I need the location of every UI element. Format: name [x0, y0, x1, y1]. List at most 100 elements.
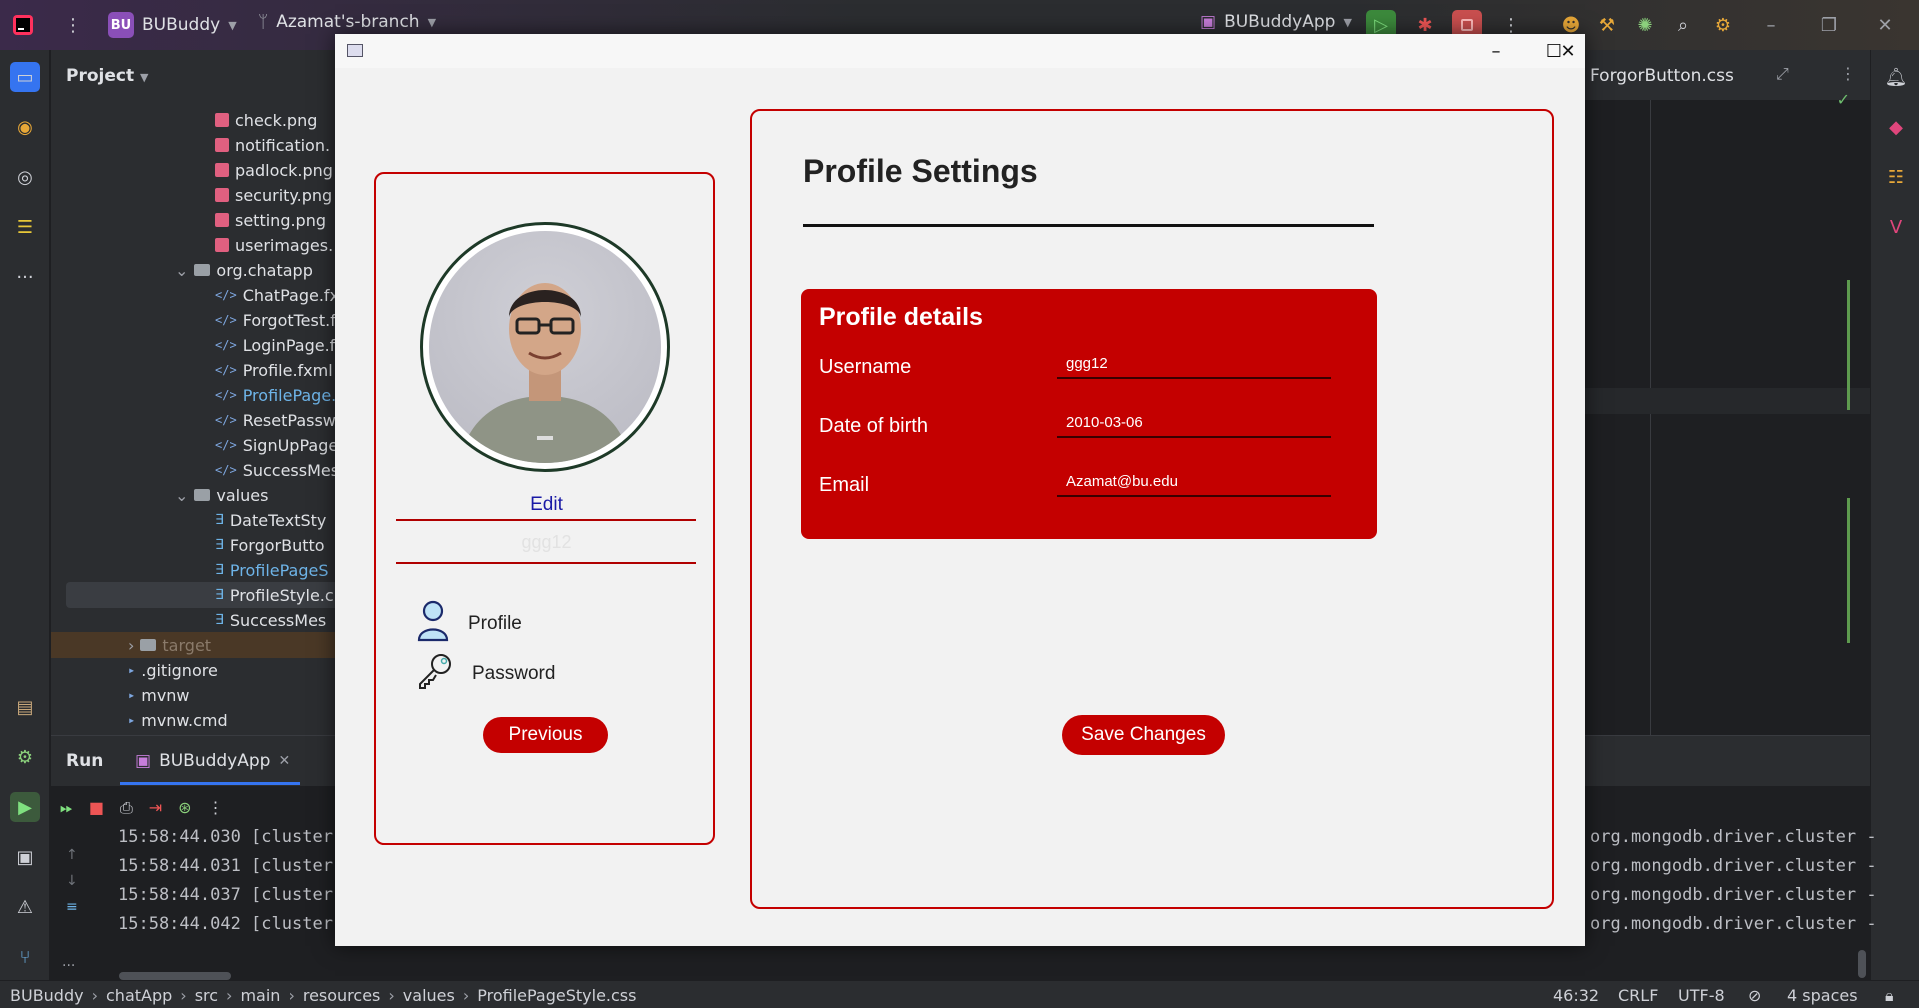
- tree-item[interactable]: </> ResetPassw: [215, 408, 336, 432]
- settings-icon[interactable]: ⚙: [1708, 10, 1738, 40]
- tree-item[interactable]: ∃ ProfileStyle.c: [215, 583, 334, 607]
- tree-item[interactable]: setting.png: [215, 208, 326, 232]
- ai-assistant-icon[interactable]: ✺: [1630, 10, 1660, 40]
- project-tool-icon[interactable]: ▭: [10, 62, 40, 92]
- previous-button[interactable]: Previous: [483, 717, 608, 753]
- tree-item[interactable]: notification.: [215, 133, 330, 157]
- camera-icon[interactable]: ⎙: [120, 798, 133, 818]
- services-icon[interactable]: ⚙: [10, 742, 40, 772]
- more-icon[interactable]: ···: [62, 958, 75, 974]
- line-separator[interactable]: CRLF: [1618, 986, 1658, 1005]
- window-close-icon[interactable]: ✕: [1553, 36, 1583, 66]
- tree-item[interactable]: userimages.: [215, 233, 333, 257]
- breadcrumb-item[interactable]: BUBuddy: [10, 986, 84, 1005]
- tree-item[interactable]: padlock.png: [215, 158, 333, 182]
- editor-tab[interactable]: ForgorButton.css: [1590, 66, 1734, 86]
- tree-item[interactable]: › target: [128, 633, 211, 657]
- more-icon[interactable]: ⋮: [208, 798, 224, 818]
- indent-setting[interactable]: 4 spaces: [1787, 986, 1858, 1005]
- debug-attach-icon[interactable]: ⊛: [178, 798, 191, 818]
- notifications-icon[interactable]: 🔔︎: [1881, 62, 1911, 92]
- git-icon[interactable]: ⑂: [10, 942, 40, 972]
- project-badge: BU: [108, 12, 134, 38]
- arrow-down-icon[interactable]: ↓: [66, 868, 78, 894]
- tree-item[interactable]: </> Profile.fxml: [215, 358, 333, 382]
- rerun-icon[interactable]: ⏩︎: [60, 798, 73, 818]
- tree-item[interactable]: </> SuccessMes: [215, 458, 339, 482]
- structure-icon[interactable]: ☰: [10, 212, 40, 242]
- breadcrumb-item[interactable]: resources: [303, 986, 381, 1005]
- breadcrumb-item[interactable]: values: [403, 986, 455, 1005]
- problems-icon[interactable]: ⚠: [10, 892, 40, 922]
- tree-item[interactable]: </> ChatPage.fx: [215, 283, 339, 307]
- tree-item[interactable]: ▸ .gitignore: [128, 658, 218, 682]
- database-icon[interactable]: ☷: [1881, 162, 1911, 192]
- tree-item[interactable]: ∃ DateTextSty: [215, 508, 326, 532]
- profile-sidebar-card: Edit ggg12 Profile Password Previous: [374, 172, 715, 845]
- project-switcher[interactable]: BU BUBuddy ▼: [108, 12, 237, 38]
- read-only-icon[interactable]: ⊘: [1748, 986, 1761, 1005]
- close-icon[interactable]: ✕: [1870, 10, 1900, 40]
- build-tools-icon[interactable]: ⚒: [1592, 10, 1622, 40]
- close-icon[interactable]: ✕: [278, 753, 290, 769]
- fxml-file-icon: </>: [215, 363, 237, 377]
- wrap-icon[interactable]: ≡: [66, 894, 78, 920]
- preview-icon[interactable]: ⤢: [1776, 64, 1789, 84]
- arrow-up-icon[interactable]: ↑: [66, 842, 78, 868]
- restore-icon[interactable]: ❐: [1814, 10, 1844, 40]
- breadcrumb-item[interactable]: src: [195, 986, 218, 1005]
- edit-photo-link[interactable]: Edit: [376, 494, 717, 516]
- file-encoding[interactable]: UTF-8: [1678, 986, 1725, 1005]
- tree-item[interactable]: ⌄ org.chatapp: [175, 258, 313, 282]
- run-config-selector[interactable]: ▣ BUBuddyApp ▼: [1200, 12, 1352, 32]
- bookmarks-icon[interactable]: ▤: [10, 692, 40, 722]
- dob-field[interactable]: 2010-03-06: [1057, 408, 1331, 438]
- email-field[interactable]: Azamat@bu.edu: [1057, 467, 1331, 497]
- tree-item[interactable]: </> ProfilePage.f: [215, 383, 342, 407]
- lock-icon[interactable]: 🔒︎: [1885, 986, 1894, 1006]
- vertical-scrollbar[interactable]: [1858, 950, 1866, 978]
- tree-item[interactable]: </> ForgotTest.f: [215, 308, 336, 332]
- window-minimize-icon[interactable]: –: [1467, 36, 1525, 66]
- tree-item[interactable]: check.png: [215, 108, 317, 132]
- branch-switcher[interactable]: ᛘ Azamat's-branch ▼: [258, 12, 436, 32]
- chevron-down-icon[interactable]: ⌄: [175, 486, 188, 505]
- breadcrumb-item[interactable]: chatApp: [106, 986, 172, 1005]
- tree-item[interactable]: security.png: [215, 183, 332, 207]
- more-tools-icon[interactable]: ···: [10, 262, 40, 292]
- search-icon[interactable]: ⌕: [1668, 10, 1698, 40]
- stop-icon[interactable]: ■: [89, 798, 104, 818]
- minimize-icon[interactable]: –: [1756, 10, 1786, 40]
- project-panel-title[interactable]: Project ▼: [66, 66, 148, 86]
- save-changes-button[interactable]: Save Changes: [1062, 715, 1225, 755]
- commit-icon[interactable]: ◉: [10, 112, 40, 142]
- tree-item[interactable]: ▸ mvnw: [128, 683, 190, 707]
- menu-item-profile[interactable]: Profile: [416, 600, 522, 648]
- terminal-icon[interactable]: ▣: [10, 842, 40, 872]
- run-tab-bubuddyapp[interactable]: ▣ BUBuddyApp ✕: [135, 751, 290, 771]
- horizontal-scrollbar[interactable]: [119, 972, 231, 980]
- tree-item[interactable]: </> LoginPage.fx: [215, 333, 345, 357]
- tree-item[interactable]: ∃ SuccessMes: [215, 608, 326, 632]
- menu-item-password[interactable]: Password: [416, 652, 555, 696]
- github-icon[interactable]: ◎: [10, 162, 40, 192]
- tree-item[interactable]: ⌄ values: [175, 483, 268, 507]
- cursor-position[interactable]: 46:32: [1553, 986, 1599, 1005]
- tab-options-icon[interactable]: ⋮: [1840, 64, 1856, 83]
- chevron-down-icon[interactable]: ⌄: [175, 261, 188, 280]
- breadcrumb-item[interactable]: main: [240, 986, 280, 1005]
- exit-icon[interactable]: ⇥: [149, 798, 162, 818]
- vite-icon[interactable]: V: [1881, 212, 1911, 242]
- breadcrumb-item[interactable]: ProfilePageStyle.css: [477, 986, 636, 1005]
- plugin-icon[interactable]: ◆: [1881, 112, 1911, 142]
- main-menu-icon[interactable]: ⋮: [58, 10, 88, 40]
- tree-item[interactable]: ∃ ProfilePageS: [215, 558, 329, 582]
- tree-item[interactable]: ▸ mvnw.cmd: [128, 708, 228, 732]
- tree-item[interactable]: </> SignUpPage: [215, 433, 338, 457]
- run-tool-icon[interactable]: ▶: [10, 792, 40, 822]
- tree-item[interactable]: ∃ ForgorButto: [215, 533, 325, 557]
- tree-item-label: ChatPage.fx: [242, 285, 339, 305]
- username-field[interactable]: ggg12: [1057, 349, 1331, 379]
- intellij-logo-icon[interactable]: [8, 10, 38, 40]
- chevron-right-icon[interactable]: ›: [128, 636, 134, 655]
